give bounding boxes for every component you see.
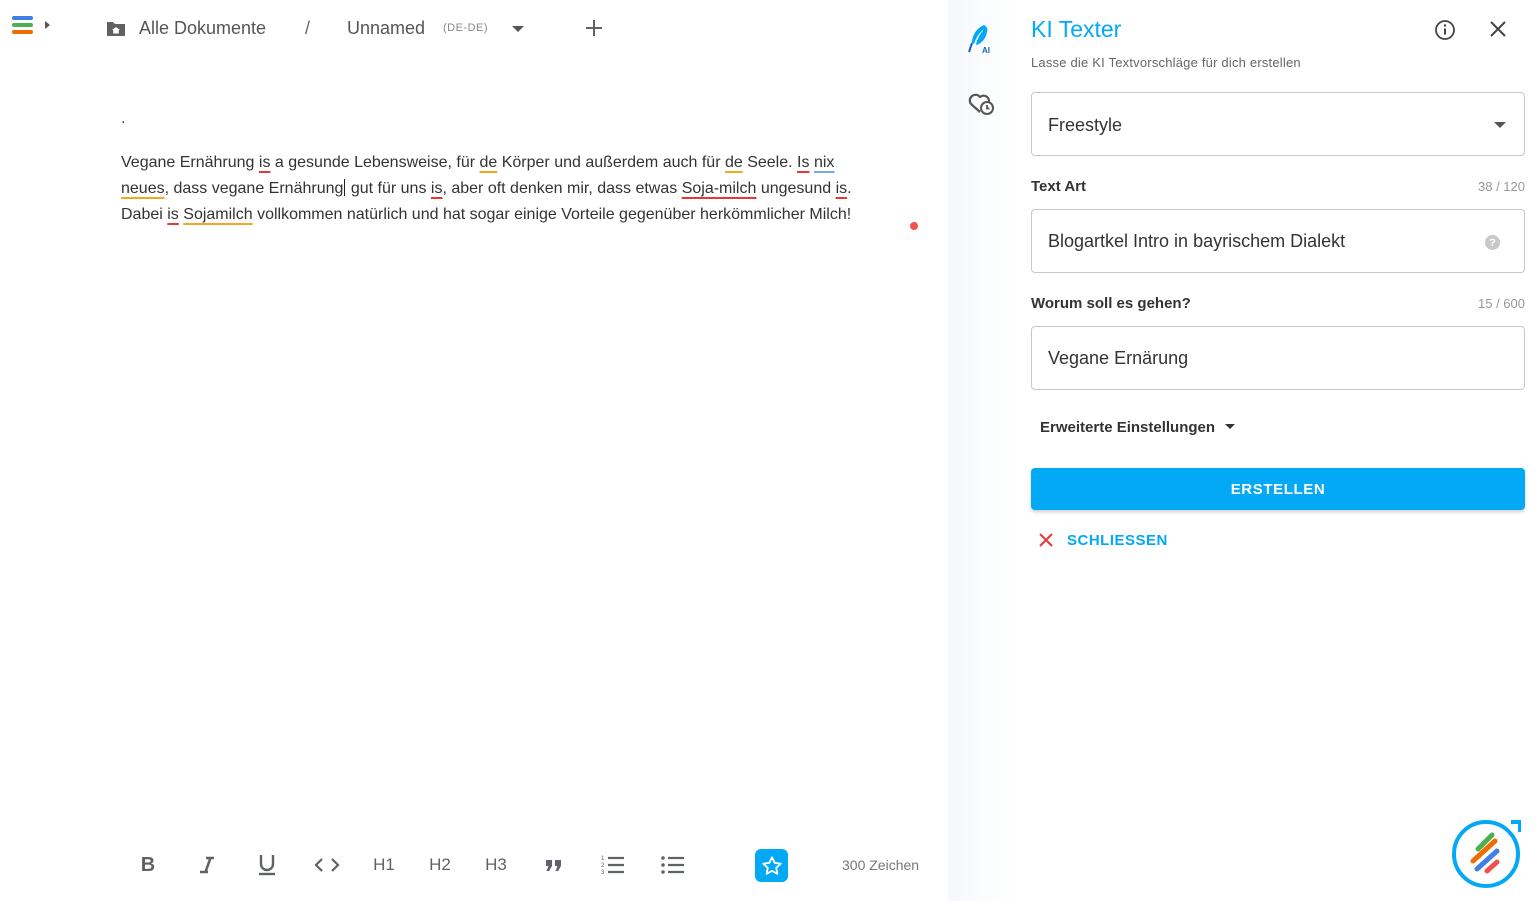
text-type-input[interactable]: Blogartkel Intro in bayrischem Dialekt ? xyxy=(1031,209,1525,273)
svg-text:AI: AI xyxy=(982,46,990,55)
text-type-char-count: 38 / 120 xyxy=(1478,179,1525,194)
text-segment: vollkommen natürlich und hat sogar einig… xyxy=(252,206,852,223)
close-panel-label: SCHLIESSEN xyxy=(1067,531,1168,549)
text-line: Dabei is Sojamilch vollkommen natürlich … xyxy=(121,202,921,228)
bullet-list-icon xyxy=(661,856,684,874)
svg-text:2: 2 xyxy=(601,863,605,869)
grammar-warning[interactable]: neues xyxy=(121,180,165,197)
topic-input[interactable]: Vegane Ernärung xyxy=(1031,326,1525,390)
text-segment: Vegane Ernährung xyxy=(121,154,259,171)
text-segment: ungesund xyxy=(756,180,836,197)
caret-down-icon xyxy=(1225,424,1236,429)
underline-icon xyxy=(259,855,275,876)
topic-char-count: 15 / 600 xyxy=(1478,296,1525,311)
chevron-down-icon xyxy=(1494,122,1506,128)
bullet-list-button[interactable] xyxy=(661,846,685,884)
close-icon[interactable] xyxy=(1488,19,1508,39)
ai-texter-panel: KI Texter Lasse die KI Textvorschläge fü… xyxy=(1014,0,1536,901)
ai-texter-tab[interactable]: AI xyxy=(964,22,998,56)
breadcrumb-root-link[interactable]: Alle Dokumente xyxy=(139,18,266,39)
blockquote-button[interactable] xyxy=(543,846,565,884)
ordered-list-icon: 1 2 3 xyxy=(601,856,624,876)
spelling-error[interactable]: is xyxy=(167,206,179,223)
issue-indicator-dot[interactable] xyxy=(910,222,918,230)
folder-home-icon[interactable] xyxy=(106,20,126,37)
text-segment: a gesunde Lebensweise, für xyxy=(270,154,480,171)
text-type-value: Blogartkel Intro in bayrischem Dialekt xyxy=(1048,231,1346,251)
advanced-settings-label: Erweiterte Einstellungen xyxy=(1040,419,1216,436)
code-button[interactable] xyxy=(313,846,341,884)
ai-feather-icon: AI xyxy=(968,25,990,55)
quote-icon xyxy=(546,860,561,871)
editor-empty-line: . xyxy=(121,110,126,127)
editor-area: Alle Dokumente / Unnamed (DE-DE) . Vegan… xyxy=(0,0,986,901)
italic-icon xyxy=(200,856,214,874)
mode-select[interactable]: Freestyle xyxy=(1031,92,1525,156)
favorites-history-tab[interactable] xyxy=(964,86,998,120)
code-icon xyxy=(314,858,340,872)
heading-1-button[interactable]: H1 xyxy=(371,846,397,884)
side-tool-strip: AI xyxy=(948,0,1014,901)
text-type-label: Text Art xyxy=(1031,178,1087,195)
svg-text:1: 1 xyxy=(601,856,605,862)
text-segment: Seele. xyxy=(742,154,798,171)
spelling-error[interactable]: Soja-milch xyxy=(682,180,757,197)
info-icon[interactable] xyxy=(1434,19,1456,41)
document-dropdown-caret[interactable] xyxy=(512,26,524,32)
x-icon xyxy=(1039,533,1053,547)
italic-button[interactable] xyxy=(197,846,217,884)
grammar-warning[interactable]: Sojamilch xyxy=(183,206,252,223)
text-segment: gut für uns xyxy=(346,180,431,197)
editor-text[interactable]: Vegane Ernährung is a gesunde Lebensweis… xyxy=(121,150,921,228)
spelling-error[interactable]: Is xyxy=(797,154,809,171)
app-menu-icon xyxy=(12,16,33,20)
heart-clock-icon xyxy=(968,93,994,115)
app-menu-icon-bar xyxy=(12,23,33,27)
grammar-warning[interactable]: de xyxy=(479,154,497,171)
text-segment: , dass vegane Ernährung xyxy=(164,180,344,197)
text-segment: Körper und außerdem auch für xyxy=(497,154,725,171)
caret-right-icon xyxy=(45,21,50,29)
text-segment: , aber oft denken mir, dass etwas xyxy=(442,180,682,197)
help-icon[interactable]: ? xyxy=(1485,235,1500,250)
format-toolbar: B H1 H2 H3 1 2 3 300 Zeichen xyxy=(130,846,1000,884)
breadcrumb-separator: / xyxy=(305,18,311,38)
grammar-warning[interactable]: de xyxy=(725,154,743,171)
document-name[interactable]: Unnamed xyxy=(347,18,425,39)
svg-text:3: 3 xyxy=(601,870,605,876)
text-segment: . xyxy=(847,180,852,197)
spelling-error[interactable]: is xyxy=(259,154,271,171)
brand-logo-icon[interactable] xyxy=(1451,819,1521,889)
bold-button[interactable]: B xyxy=(138,846,158,884)
star-icon xyxy=(761,855,782,875)
text-line: neues, dass vegane Ernährung gut für uns… xyxy=(121,176,921,202)
advanced-settings-toggle[interactable]: Erweiterte Einstellungen xyxy=(1040,419,1236,436)
app-menu-button[interactable] xyxy=(12,16,56,40)
underline-button[interactable] xyxy=(256,846,278,884)
topic-label: Worum soll es gehen? xyxy=(1031,295,1191,312)
text-segment: Dabei xyxy=(121,206,168,223)
app-menu-icon-bar xyxy=(12,30,33,34)
character-count: 300 Zeichen xyxy=(842,857,920,873)
heading-2-button[interactable]: H2 xyxy=(427,846,453,884)
plus-icon[interactable] xyxy=(584,18,604,38)
panel-title: KI Texter xyxy=(1031,16,1122,42)
panel-subtitle: Lasse die KI Textvorschläge für dich ers… xyxy=(1031,55,1301,70)
document-language: (DE-DE) xyxy=(443,22,489,34)
heading-3-button[interactable]: H3 xyxy=(483,846,509,884)
style-suggestion[interactable]: nix xyxy=(814,154,834,171)
spelling-error[interactable]: is xyxy=(836,180,848,197)
create-button[interactable]: ERSTELLEN xyxy=(1031,468,1525,510)
app-root: Alle Dokumente / Unnamed (DE-DE) . Vegan… xyxy=(0,0,1536,901)
ai-star-button[interactable] xyxy=(755,849,788,882)
text-line: Vegane Ernährung is a gesunde Lebensweis… xyxy=(121,150,921,176)
mode-select-value: Freestyle xyxy=(1048,115,1123,135)
topic-value: Vegane Ernärung xyxy=(1048,348,1189,368)
spelling-error[interactable]: is xyxy=(431,180,443,197)
ordered-list-button[interactable]: 1 2 3 xyxy=(601,846,625,884)
close-panel-button[interactable]: SCHLIESSEN xyxy=(1039,529,1168,551)
